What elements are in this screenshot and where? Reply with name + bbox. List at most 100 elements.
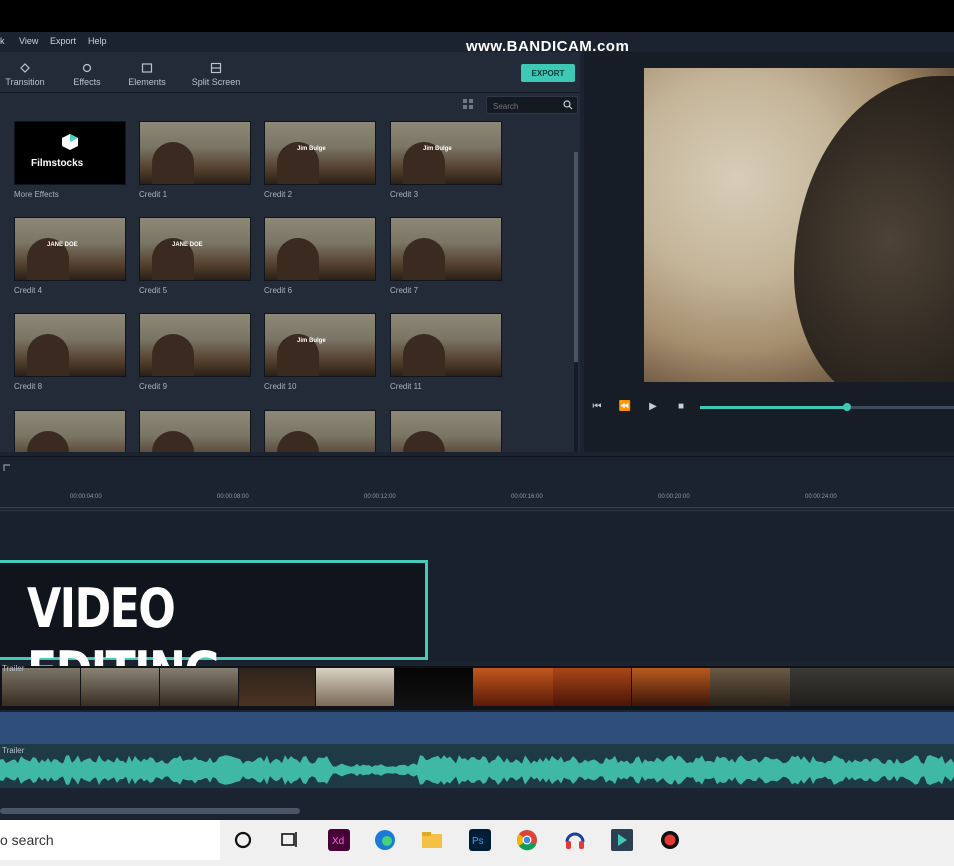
effect-thumbnail-image: [390, 313, 502, 377]
effect-thumb-more-effects[interactable]: Filmstocks More Effects: [14, 121, 126, 199]
menu-item-export[interactable]: Export: [50, 36, 76, 46]
svg-text:Ps: Ps: [472, 836, 484, 847]
effect-thumb[interactable]: Jim Bulge Credit 3: [390, 121, 502, 199]
effect-thumbnail-image: [14, 410, 126, 452]
play-icon[interactable]: ▶: [646, 400, 660, 414]
record-icon[interactable]: [658, 828, 682, 852]
ruler-tick-label: 00:00:08:00: [217, 494, 249, 500]
search-icon[interactable]: [563, 100, 573, 110]
video-clip[interactable]: [160, 668, 238, 706]
search-input[interactable]: [491, 98, 565, 114]
effect-thumbnail-image: [264, 217, 376, 281]
timeline-scrollbar[interactable]: [0, 808, 300, 814]
effect-thumb[interactable]: JANE DOE Credit 5: [139, 217, 251, 295]
thumbnail-overlay-text: JANE DOE: [172, 242, 203, 248]
video-clip[interactable]: [81, 668, 159, 706]
preview-video-frame: [644, 68, 954, 382]
xd-icon[interactable]: Xd: [327, 828, 351, 852]
effect-thumb[interactable]: Jim Bulge Credit 10: [264, 313, 376, 391]
effect-thumb[interactable]: JANE DOE Credit 4: [14, 217, 126, 295]
effect-thumb[interactable]: [14, 410, 126, 452]
library-toolbar: Transition Effects Elements Split Screen…: [0, 52, 580, 93]
filmora-icon[interactable]: [610, 828, 634, 852]
menu-item-partial[interactable]: k: [0, 36, 5, 46]
photoshop-icon[interactable]: Ps: [468, 828, 492, 852]
preview-panel: ⏮ ⏪ ▶ ■: [584, 52, 954, 452]
creature-image: [794, 76, 954, 382]
ruler-baseline: [0, 507, 954, 508]
effect-thumb[interactable]: Credit 11: [390, 313, 502, 391]
video-clip[interactable]: [473, 668, 553, 706]
effect-thumb[interactable]: [390, 410, 502, 452]
step-back-icon[interactable]: ⏪: [618, 400, 632, 414]
tab-elements[interactable]: Elements: [112, 62, 182, 87]
menu-item-view[interactable]: View: [19, 36, 38, 46]
video-clip[interactable]: [790, 668, 954, 706]
thumbnail-rock-shape: [152, 431, 194, 452]
effect-thumb[interactable]: Credit 6: [264, 217, 376, 295]
menu-item-help[interactable]: Help: [88, 36, 107, 46]
thumbnail-overlay-text: Jim Bulge: [297, 338, 326, 344]
chrome-icon[interactable]: [515, 828, 539, 852]
export-button[interactable]: EXPORT: [521, 64, 575, 82]
effect-label: Credit 3: [390, 190, 419, 199]
thumbnail-rock-shape: [403, 431, 445, 452]
video-clip[interactable]: [632, 668, 710, 706]
filmstocks-brand: Filmstocks: [31, 158, 84, 169]
video-clip[interactable]: [553, 668, 631, 706]
grid-view-icon[interactable]: [462, 98, 474, 110]
skip-back-icon[interactable]: ⏮: [590, 400, 604, 414]
effect-thumb[interactable]: Credit 1: [139, 121, 251, 199]
effect-thumbnail-image: Jim Bulge: [264, 313, 376, 377]
playback-progress-bar[interactable]: [700, 403, 954, 411]
waveform-shape: [0, 755, 954, 785]
effect-thumb[interactable]: [264, 410, 376, 452]
library-scroll-thumb[interactable]: [574, 152, 578, 362]
menu-bar: k View Export Help www.BANDICAM.com: [0, 32, 954, 55]
undo-icon[interactable]: [2, 463, 12, 473]
effect-thumb[interactable]: Credit 9: [139, 313, 251, 391]
effect-thumbnail-image: [390, 410, 502, 452]
video-track-bar[interactable]: [0, 712, 954, 744]
effects-icon: [82, 63, 92, 73]
tab-transition[interactable]: Transition: [0, 62, 60, 87]
video-track[interactable]: [0, 666, 954, 710]
title-overlay-card: VIDEO EDITING: [0, 560, 428, 703]
video-clip[interactable]: [2, 668, 80, 706]
thumbnail-rock-shape: [27, 431, 69, 452]
effect-label: Credit 1: [139, 190, 168, 199]
effect-thumbnail-image: [139, 121, 251, 185]
ruler-tick-label: 00:00:16:00: [511, 494, 543, 500]
stop-icon[interactable]: ■: [674, 400, 688, 414]
progress-knob[interactable]: [843, 403, 852, 411]
effect-thumbnail-image: [264, 410, 376, 452]
edge-icon[interactable]: [373, 828, 397, 852]
effect-thumb[interactable]: Jim Bulge Credit 2: [264, 121, 376, 199]
video-clip[interactable]: [710, 668, 790, 706]
video-clip[interactable]: [316, 668, 394, 706]
video-clip[interactable]: [239, 668, 315, 706]
effect-thumb[interactable]: Credit 8: [14, 313, 126, 391]
tab-split-screen[interactable]: Split Screen: [181, 62, 251, 87]
video-clip[interactable]: [395, 668, 473, 706]
taskbar-search-box[interactable]: o search: [0, 820, 220, 860]
effect-label: Credit 6: [264, 286, 293, 295]
ruler-tick-label: 00:00:20:00: [658, 494, 690, 500]
search-row: [0, 92, 580, 118]
audio-app-icon[interactable]: [563, 828, 587, 852]
tab-effects-label: Effects: [73, 77, 101, 87]
filmstocks-logo-icon: [62, 134, 78, 150]
effect-thumbnail-image: [139, 313, 251, 377]
task-view-icon[interactable]: [277, 828, 301, 852]
effect-thumbnail-image: Jim Bulge: [390, 121, 502, 185]
timeline-ruler[interactable]: 00:00:04:00 00:00:08:00 00:00:12:00 00:00:1…: [0, 480, 954, 511]
audio-waveform: [0, 755, 954, 785]
tab-elements-label: Elements: [128, 77, 166, 87]
effect-label: Credit 2: [264, 190, 293, 199]
progress-fill: [700, 406, 848, 409]
effect-thumb[interactable]: [139, 410, 251, 452]
effect-thumb[interactable]: Credit 7: [390, 217, 502, 295]
cortana-icon[interactable]: [231, 828, 255, 852]
file-explorer-icon[interactable]: [420, 828, 444, 852]
video-track-label: Trailer: [2, 664, 25, 673]
